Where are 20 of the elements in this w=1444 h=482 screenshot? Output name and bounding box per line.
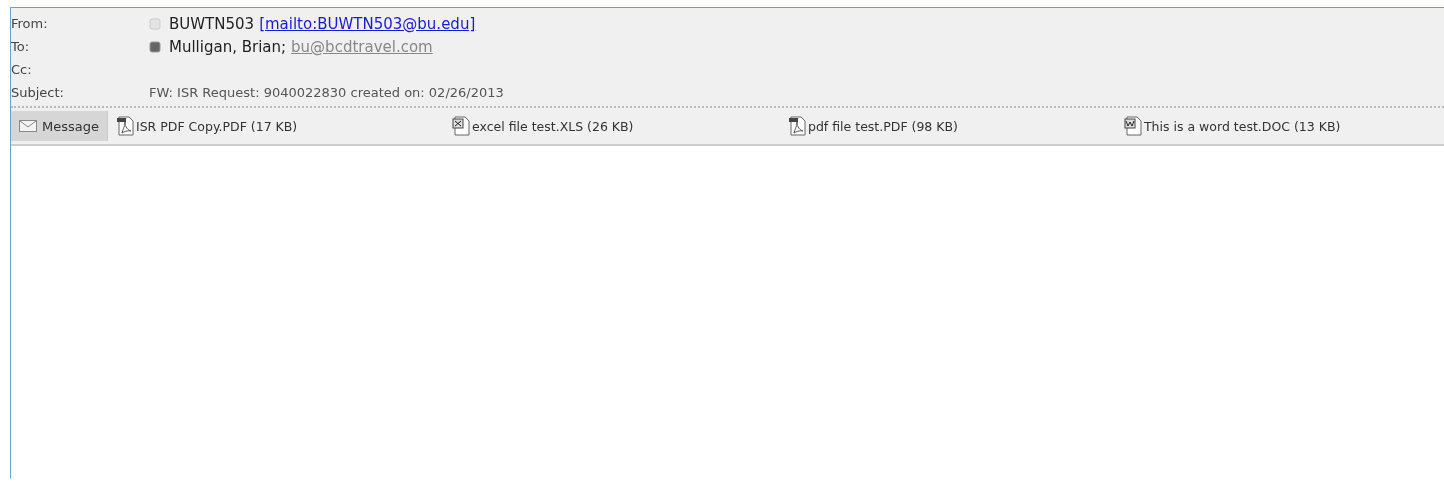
attachment-link[interactable]: ISR PDF Copy.PDF (17 KB) [136,118,298,134]
attachment-link[interactable]: This is a word test.DOC (13 KB) [1144,118,1341,134]
pdf-file-icon [116,116,134,136]
presence-icon [149,40,161,53]
attachment-link[interactable]: excel file test.XLS (26 KB) [472,118,634,134]
recipient-name: Mulligan, Brian; [169,37,287,56]
attachment-link[interactable]: pdf file test.PDF (98 KB) [808,118,958,134]
cc-label: Cc: [11,62,33,77]
envelope-icon [19,120,37,132]
spreadsheet-file-icon [452,116,470,136]
message-tab[interactable]: Message [11,111,108,141]
pdf-file-icon [788,116,806,136]
subject-text: FW: ISR Request: 9040022830 created on: 02/26/2013 [149,85,504,100]
presence-icon [149,17,161,30]
to-label: To: [11,39,31,54]
sender-name: BUWTN503 [169,14,255,33]
sender-email-link[interactable]: [mailto:BUWTN503@bu.edu] [259,14,476,33]
from-label: From: [11,16,49,31]
subject-label: Subject: [11,85,65,100]
document-file-icon [1124,116,1142,136]
